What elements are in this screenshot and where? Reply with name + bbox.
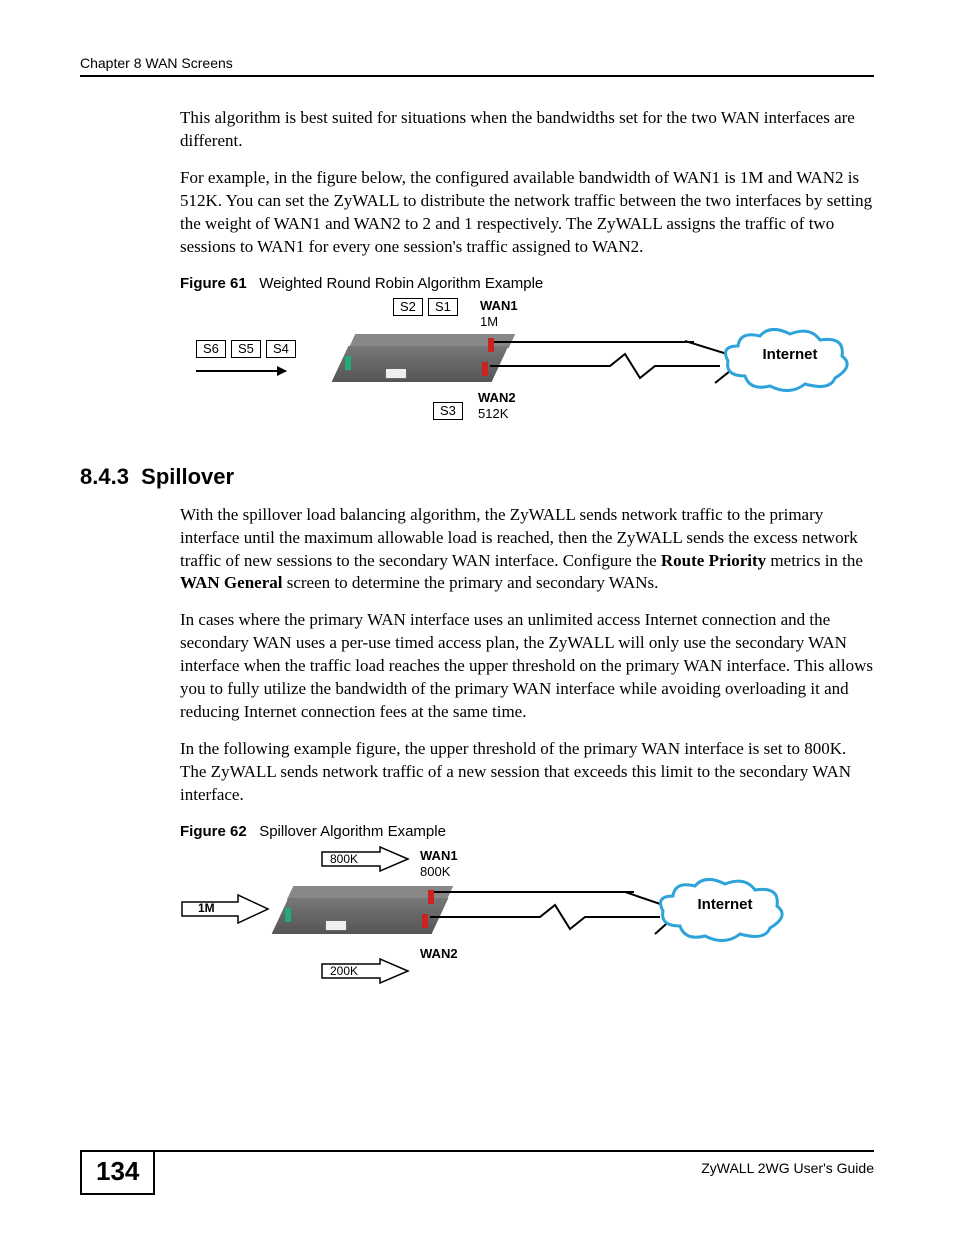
wan1-label: WAN1 xyxy=(480,298,518,313)
arrow-icon xyxy=(196,370,286,372)
figure-caption: Figure 61 Weighted Round Robin Algorithm… xyxy=(180,275,874,292)
router-slot-icon xyxy=(385,368,407,379)
internet-cloud: Internet xyxy=(675,896,775,913)
paragraph: In the following example figure, the upp… xyxy=(180,738,874,807)
wan2-label: WAN2 xyxy=(478,390,516,405)
page-content: This algorithm is best suited for situat… xyxy=(80,107,874,1130)
section-number: 8.4.3 xyxy=(80,464,129,489)
internet-cloud: Internet xyxy=(740,346,840,363)
chapter-label: Chapter 8 WAN Screens xyxy=(80,55,233,71)
bandwidth-label: 1M xyxy=(198,901,215,915)
internet-label: Internet xyxy=(697,896,752,913)
paragraph: This algorithm is best suited for situat… xyxy=(180,107,874,153)
wan1-bandwidth: 800K xyxy=(420,864,450,879)
port-icon xyxy=(345,356,351,370)
guide-title: ZyWALL 2WG User's Guide xyxy=(701,1152,874,1176)
bandwidth-label: 200K xyxy=(330,964,358,978)
paragraph: For example, in the figure below, the co… xyxy=(180,167,874,259)
port-icon xyxy=(482,362,488,376)
bandwidth-label: 800K xyxy=(330,852,358,866)
figure-61-diagram: S2 S1 WAN1 1M S6 S5 S4 xyxy=(180,298,830,438)
paragraph: In cases where the primary WAN interface… xyxy=(180,609,874,724)
port-icon xyxy=(422,914,428,928)
wan2-bandwidth: 512K xyxy=(478,406,508,421)
wan2-label: WAN2 xyxy=(420,946,458,961)
session-box: S3 xyxy=(433,402,463,420)
section-title: Spillover xyxy=(141,464,234,489)
page-header: Chapter 8 WAN Screens xyxy=(80,55,874,77)
wan1-bandwidth: 1M xyxy=(480,314,498,329)
page-footer: 134 ZyWALL 2WG User's Guide xyxy=(80,1150,874,1195)
session-box: S6 xyxy=(196,340,226,358)
figure-title: Weighted Round Robin Algorithm Example xyxy=(259,275,543,292)
figure-label: Figure 62 xyxy=(180,823,247,840)
wan1-label: WAN1 xyxy=(420,848,458,863)
session-box: S1 xyxy=(428,298,458,316)
session-box: S5 xyxy=(231,340,261,358)
figure-62-diagram: 800K WAN1 800K 1M xyxy=(180,846,830,996)
figure-label: Figure 61 xyxy=(180,275,247,292)
port-icon xyxy=(285,908,291,922)
router-slot-icon xyxy=(325,920,347,931)
session-box: S4 xyxy=(266,340,296,358)
session-box: S2 xyxy=(393,298,423,316)
figure-title: Spillover Algorithm Example xyxy=(259,823,446,840)
page-number: 134 xyxy=(80,1152,155,1195)
internet-label: Internet xyxy=(762,346,817,363)
paragraph: With the spillover load balancing algori… xyxy=(180,504,874,596)
figure-caption: Figure 62 Spillover Algorithm Example xyxy=(180,823,874,840)
section-heading: 8.4.3 Spillover xyxy=(80,464,874,490)
